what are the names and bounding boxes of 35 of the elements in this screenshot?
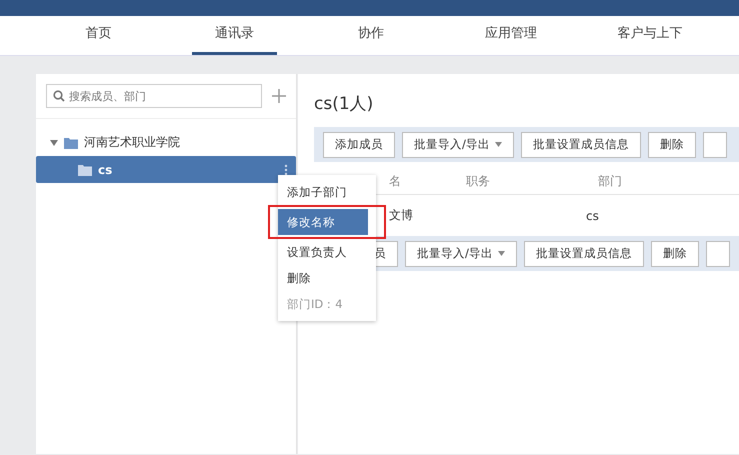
toolbar-button[interactable]: 添加成员 [323,132,395,158]
column-header: 部门 [598,172,623,190]
tree-item[interactable]: cs [36,156,296,183]
tree-item[interactable]: 河南艺术职业学院 [36,129,296,156]
menu-item[interactable]: 删除 [278,265,376,291]
toolbar-button[interactable] [702,132,727,158]
column-header: 名 [389,172,402,190]
search-field[interactable]: 搜索成员、部门 [46,84,262,108]
nav-tab[interactable]: 应用管理 [438,16,584,55]
nav-tab[interactable]: 客户与上下 [583,16,739,55]
toolbar-button[interactable]: 批量设置成员信息 [520,132,641,158]
folder-icon [78,164,92,176]
toolbar-button[interactable]: 批量设置成员信息 [524,240,644,266]
column-header: 职务 [466,172,491,190]
toolbar-button[interactable]: 删除 [650,240,699,266]
department-id: 部门ID：4 [286,296,344,313]
tree-item-label: cs [98,162,114,176]
table-cell-text: 文博 [389,207,414,224]
search-icon [53,90,65,102]
nav-tab[interactable]: 通讯录 [192,16,278,55]
toolbar-button[interactable]: 批量导入/导出 [402,132,514,158]
menu-item[interactable]: 设置负责人 [278,239,376,265]
menu-item[interactable]: 修改名称 [278,209,368,235]
toolbar-button[interactable]: 批量导入/导出 [405,240,517,266]
toolbar-button[interactable] [706,240,730,266]
tree-item-label: 河南艺术职业学院 [84,134,180,151]
nav-tab[interactable]: 首页 [31,16,166,55]
more-icon[interactable] [284,164,288,176]
department-title: cs(1人) [313,93,374,116]
table-cell-text: cs [586,208,600,222]
folder-icon [64,136,78,148]
add-icon[interactable] [272,89,286,103]
nav-tab[interactable]: 协作 [303,16,438,55]
caret-icon [50,138,58,146]
toolbar-button[interactable]: 删除 [648,132,696,158]
